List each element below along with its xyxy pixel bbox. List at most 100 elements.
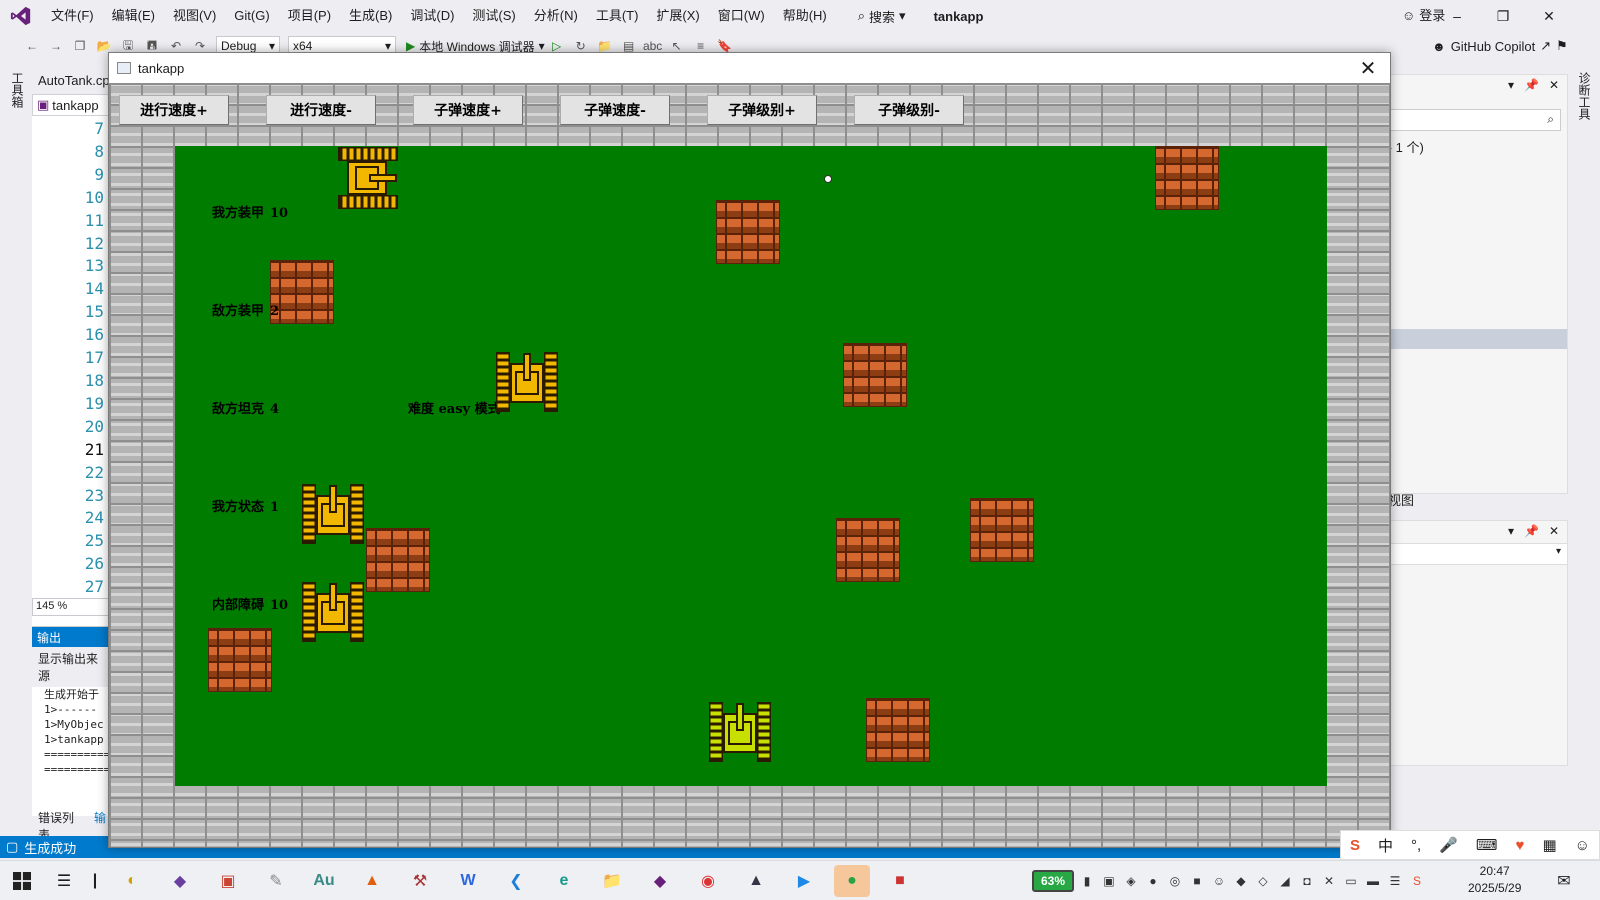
tray-icon-1[interactable]: ▮ (1078, 872, 1096, 890)
bullet-speed-up-button[interactable]: 子弹速度+ (413, 95, 523, 125)
app-icon-cat[interactable]: ▲ (738, 865, 774, 897)
app-icon-vs-launcher[interactable]: ◆ (162, 865, 198, 897)
new-project-icon[interactable]: ❐ (70, 36, 90, 56)
tray-icon-5[interactable]: ◎ (1166, 872, 1184, 890)
diagnostics-tab[interactable]: 诊断工具 (1576, 72, 1593, 120)
close-icon[interactable]: ✕ (1549, 524, 1559, 540)
app-icon-edge[interactable]: e (546, 865, 582, 897)
menu-git[interactable]: Git(G) (225, 0, 278, 32)
menu-extensions[interactable]: 扩展(X) (647, 0, 708, 32)
menu-project[interactable]: 项目(P) (279, 0, 340, 32)
menu-view[interactable]: 视图(V) (164, 0, 225, 32)
battlefield[interactable]: 我方装甲 10 敌方装甲 2 敌方坦克 4 我方状态 1 内部障碍 10 难度 easy … (175, 146, 1327, 786)
display-icon[interactable]: ▭ (1342, 872, 1360, 890)
vs-restore-button[interactable]: ❐ (1480, 0, 1526, 32)
editor-tab[interactable]: AutoTank.cp (32, 70, 112, 94)
output-title[interactable]: 输出 (32, 627, 112, 647)
tray-icon-wechat[interactable]: ● (1144, 872, 1162, 890)
ime-icon[interactable]: ☰ (1386, 872, 1404, 890)
menu-analyze[interactable]: 分析(N) (525, 0, 587, 32)
back-icon[interactable]: ← (22, 36, 42, 56)
vs-minimize-button[interactable]: – (1434, 0, 1480, 32)
sogou-logo-icon[interactable]: S (1350, 837, 1360, 854)
battery-indicator[interactable]: 63% (1032, 870, 1074, 892)
bullet-level-down-button[interactable]: 子弹级别- (854, 95, 964, 125)
move-speed-down-button[interactable]: 进行速度- (266, 95, 376, 125)
view-tab[interactable]: 视图 (1388, 490, 1414, 509)
keyboard-icon[interactable]: ⌨ (1476, 836, 1498, 854)
app-icon-chrome[interactable]: ◉ (690, 865, 726, 897)
menu-edit[interactable]: 编辑(E) (103, 0, 164, 32)
tab-error-list[interactable]: 错误列表 (38, 809, 86, 842)
menu-debug[interactable]: 调试(D) (401, 0, 463, 32)
battery-icon[interactable]: ▬ (1364, 872, 1382, 890)
close-icon[interactable]: ✕ (1549, 78, 1559, 94)
dropdown-icon[interactable]: ▾ (1508, 524, 1514, 540)
dropdown-icon[interactable]: ▾ (1508, 78, 1514, 94)
app-icon-paint[interactable]: ▣ (210, 865, 246, 897)
toolbox-tab[interactable]: 工具箱 (9, 72, 26, 108)
menu-build[interactable]: 生成(B) (340, 0, 401, 32)
tray-icon-6[interactable]: ■ (1188, 872, 1206, 890)
app-icon-matlab[interactable]: ▲ (354, 865, 390, 897)
vs-search-button[interactable]: ⌕ 搜索 ▾ (850, 7, 914, 26)
app-icon-tankapp[interactable]: ■ (882, 865, 918, 897)
pin-icon[interactable]: 📌 (1524, 78, 1539, 94)
app-icon-wps-writer[interactable]: W (450, 865, 486, 897)
tab-output[interactable]: 输 (94, 809, 106, 825)
hud-value: 4 (270, 402, 280, 417)
security-icon[interactable]: ◘ (1298, 872, 1316, 890)
punctuation-icon[interactable]: °, (1411, 837, 1421, 854)
tankapp-titlebar[interactable]: tankapp ✕ (109, 53, 1390, 83)
forward-icon[interactable]: → (46, 36, 66, 56)
mascot-icon[interactable]: ☺ (1575, 837, 1590, 854)
bullet-level-up-button[interactable]: 子弹级别+ (707, 95, 817, 125)
app-icon-art[interactable]: ✎ (258, 865, 294, 897)
app-icon-norton[interactable]: ◐ (114, 865, 150, 897)
toolbox-icon[interactable]: ▦ (1542, 836, 1556, 854)
tray-icon-7[interactable]: ☺ (1210, 872, 1228, 890)
task-view-icon[interactable]: ☰ (52, 865, 76, 897)
windows-start-icon[interactable] (4, 865, 40, 897)
taskbar-clock[interactable]: 20:47 2025/5/29 (1468, 863, 1521, 897)
line-number: 8 (94, 141, 104, 161)
move-speed-up-button[interactable]: 进行速度+ (119, 95, 229, 125)
tray-icon-3[interactable]: ◈ (1122, 872, 1140, 890)
tankapp-close-button[interactable]: ✕ (1346, 53, 1390, 83)
menu-tools[interactable]: 工具(T) (587, 0, 648, 32)
properties-object-select[interactable]: ▾ (1373, 543, 1567, 565)
zoom-select[interactable]: 145 % (32, 598, 112, 616)
selected-row[interactable] (1373, 329, 1567, 349)
menu-window[interactable]: 窗口(W) (709, 0, 774, 32)
wifi-icon[interactable]: ◢ (1276, 872, 1294, 890)
pin-icon[interactable]: 📌 (1524, 524, 1539, 540)
menu-help[interactable]: 帮助(H) (774, 0, 836, 32)
skin-icon[interactable]: ♥ (1516, 837, 1525, 854)
ime-mode-toggle[interactable]: 中 (1378, 835, 1393, 856)
brick-wall (1155, 146, 1219, 210)
app-icon-tools[interactable]: ⚒ (402, 865, 438, 897)
tray-icon-9[interactable]: ◇ (1254, 872, 1272, 890)
vs-close-button[interactable]: ✕ (1526, 0, 1572, 32)
right-panel-search[interactable]: ⌕ (1373, 109, 1561, 131)
microphone-icon[interactable]: 🎤 (1439, 836, 1458, 854)
line-number: 9 (94, 164, 104, 184)
menu-test[interactable]: 测试(S) (463, 0, 524, 32)
menu-file[interactable]: 文件(F) (42, 0, 103, 32)
tray-icon-2[interactable]: ▣ (1100, 872, 1118, 890)
editor-project-dropdown[interactable]: ▣ tankapp (32, 94, 112, 116)
bullet-speed-down-button[interactable]: 子弹速度- (560, 95, 670, 125)
app-icon-wechat[interactable]: ● (834, 864, 870, 897)
app-icon-feishu[interactable]: ▶ (786, 865, 822, 897)
sogou-tray-icon[interactable]: S (1408, 872, 1426, 890)
visual-studio-logo-icon[interactable] (0, 0, 42, 32)
github-copilot-button[interactable]: ☻ GitHub Copilot ↗ ⚑ (1432, 32, 1568, 60)
right-tool-panel: ▾ 📌 ✕ ⌕ 共 1 个) (1372, 74, 1568, 494)
app-icon-audition[interactable]: Au (306, 865, 342, 897)
app-icon-vscode[interactable]: ❮ (498, 865, 534, 897)
app-icon-visual-studio[interactable]: ◆ (642, 865, 678, 897)
volume-muted-icon[interactable]: ✕ (1320, 872, 1338, 890)
tray-icon-8[interactable]: ◆ (1232, 872, 1250, 890)
notification-icon[interactable]: ✉ (1552, 869, 1576, 893)
app-icon-file-explorer[interactable]: 📁 (594, 865, 630, 897)
